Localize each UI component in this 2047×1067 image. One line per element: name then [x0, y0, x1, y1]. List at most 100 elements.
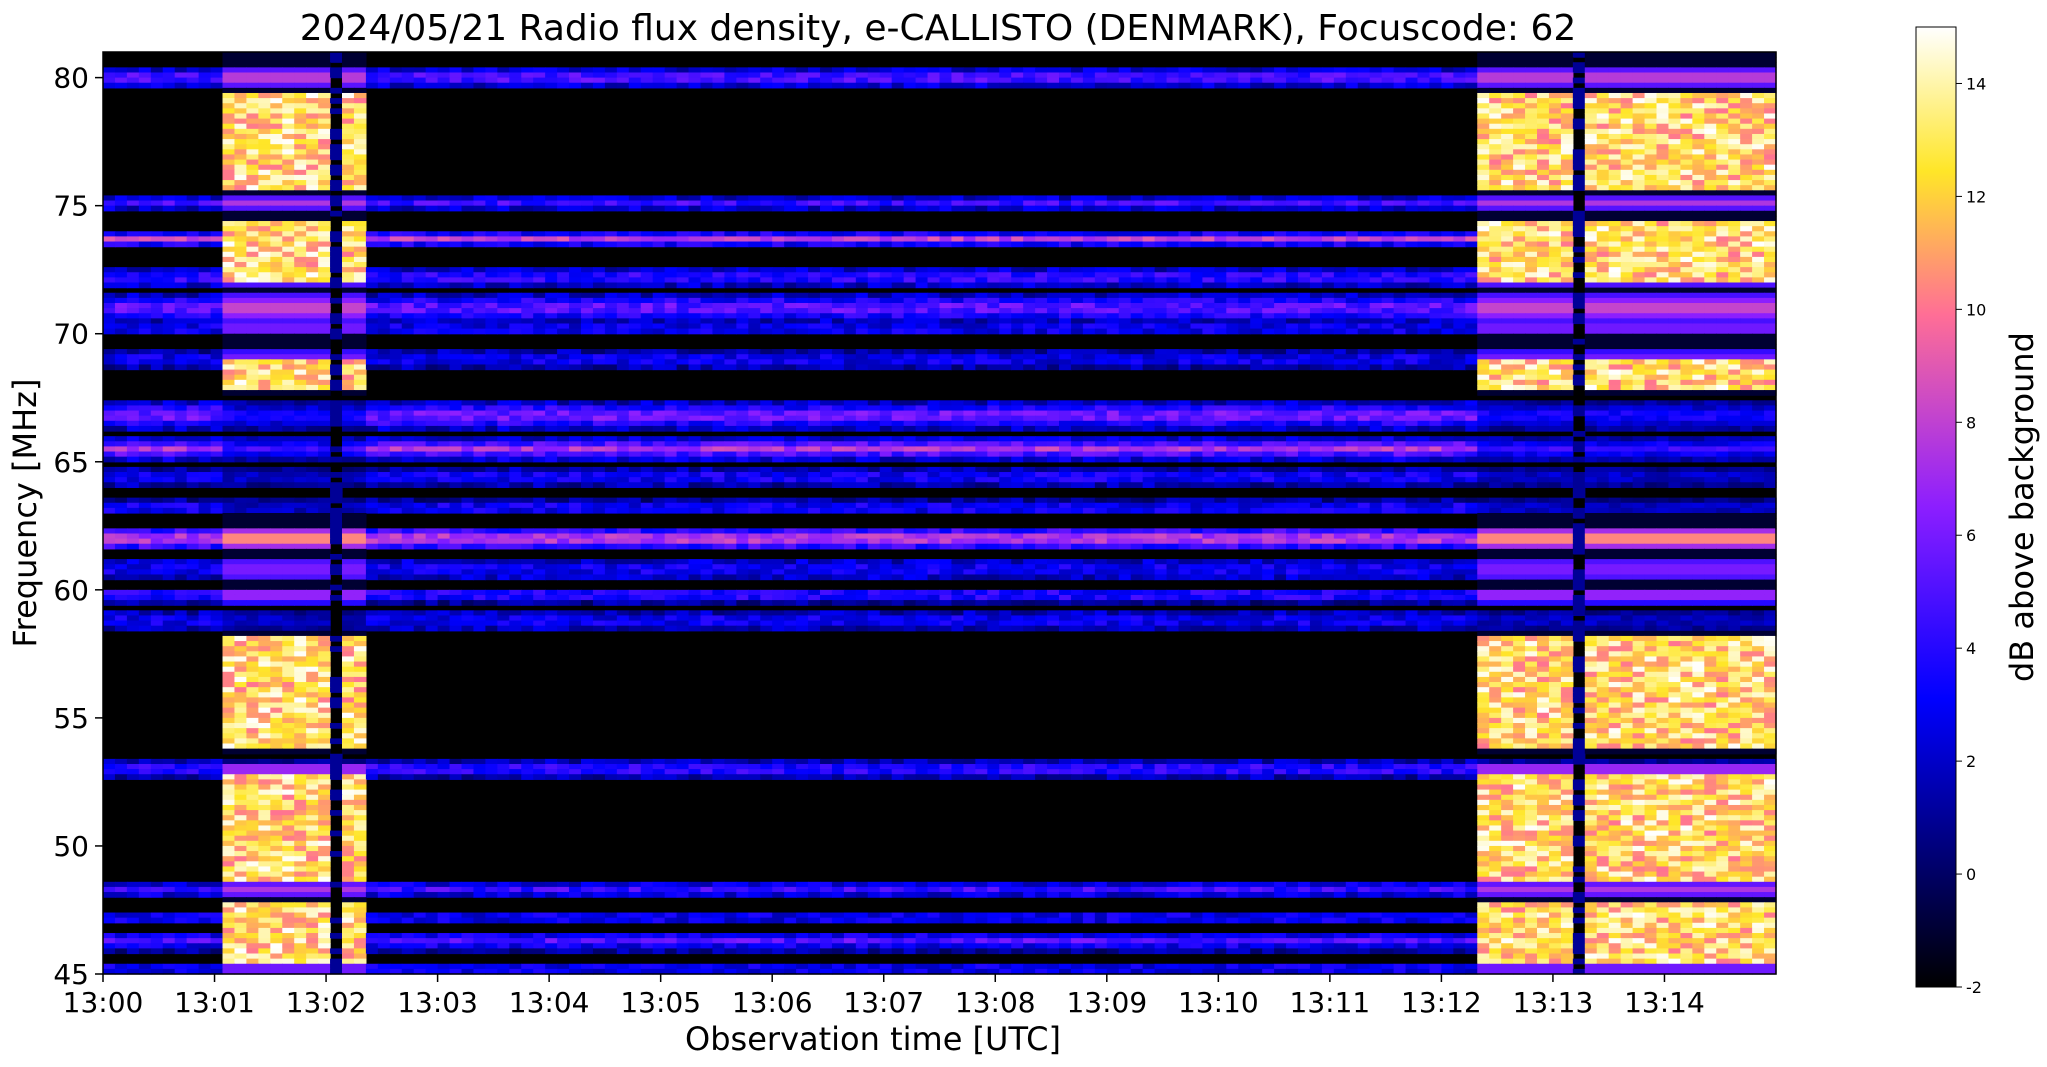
heatmap-cell [557, 277, 570, 284]
heatmap-cell [1548, 133, 1562, 140]
heatmap-cell [401, 282, 415, 289]
heatmap-cell [1501, 77, 1514, 84]
heatmap-cell [604, 67, 618, 74]
heatmap-cell [987, 328, 1000, 335]
heatmap-cell [557, 359, 570, 366]
heatmap-cell [772, 67, 785, 74]
heatmap-cell [1202, 359, 1215, 366]
heatmap-cell [1321, 323, 1335, 330]
heatmap-cell [150, 241, 164, 248]
heatmap-cell [1752, 180, 1765, 186]
heatmap-cell [1560, 159, 1574, 166]
heatmap-cell [1465, 328, 1478, 335]
heatmap-cell [306, 302, 319, 309]
heatmap-cell [1178, 359, 1192, 366]
heatmap-cell [1489, 164, 1502, 171]
heatmap-cell [162, 323, 176, 330]
heatmap-cell [867, 302, 881, 309]
heatmap-cell [1190, 231, 1203, 237]
heatmap-cell [1548, 144, 1562, 150]
heatmap-cell [1728, 62, 1741, 68]
heatmap-cell [222, 287, 236, 294]
heatmap-cell [879, 67, 893, 74]
heatmap-cell [258, 256, 271, 263]
heatmap-cell [748, 308, 761, 314]
heatmap-cell [1417, 297, 1431, 304]
heatmap-cell [342, 338, 355, 345]
heatmap-cell [1537, 98, 1550, 104]
heatmap-cell [377, 236, 391, 243]
heatmap-cell [1525, 169, 1538, 176]
heatmap-cell [318, 287, 331, 294]
heatmap-cell [138, 267, 152, 273]
heatmap-cell [234, 118, 247, 125]
heatmap-cell [282, 52, 295, 58]
heatmap-cell [1548, 123, 1562, 130]
heatmap-cell [748, 364, 761, 371]
heatmap-cell [1525, 159, 1538, 166]
heatmap-cell [294, 277, 307, 284]
heatmap-cell [736, 267, 749, 273]
heatmap-cell [401, 241, 415, 248]
heatmap-cell [1728, 164, 1741, 171]
heatmap-cell [891, 354, 905, 360]
heatmap-cell [628, 323, 642, 330]
heatmap-cell [1560, 226, 1574, 232]
heatmap-cell [975, 272, 988, 278]
heatmap-cell [1286, 328, 1299, 335]
heatmap-cell [1728, 302, 1741, 309]
heatmap-cell [294, 133, 307, 140]
heatmap-cell [1644, 256, 1658, 263]
heatmap-cell [1130, 318, 1144, 325]
heatmap-cell [999, 267, 1012, 273]
heatmap-cell [126, 297, 140, 304]
heatmap-cell [1632, 190, 1646, 197]
heatmap-cell [282, 313, 295, 319]
heatmap-cell [1632, 205, 1646, 212]
heatmap-cell [258, 210, 271, 217]
heatmap-cell [234, 221, 247, 227]
heatmap-cell [557, 82, 570, 89]
heatmap-cell [664, 236, 678, 243]
heatmap-cell [1082, 328, 1096, 335]
heatmap-cell [1130, 231, 1144, 237]
heatmap-cell [270, 251, 283, 258]
heatmap-cell [640, 241, 654, 248]
heatmap-cell [1238, 267, 1251, 273]
heatmap-cell [1453, 282, 1466, 289]
heatmap-cell [1357, 328, 1371, 335]
heatmap-cell [652, 277, 666, 284]
heatmap-cell [1740, 215, 1753, 222]
heatmap-cell [389, 297, 403, 304]
heatmap-cell [1393, 318, 1407, 325]
heatmap-cell [198, 313, 212, 319]
heatmap-cell [1453, 205, 1466, 212]
heatmap-cell [1059, 195, 1072, 202]
heatmap-cell [162, 308, 176, 314]
heatmap-cell [1094, 205, 1108, 212]
heatmap-cell [1226, 231, 1239, 237]
heatmap-cell [1381, 364, 1395, 371]
heatmap-cell [975, 195, 988, 202]
heatmap-cell [521, 231, 534, 237]
heatmap-cell [509, 354, 522, 360]
heatmap-cell [103, 318, 116, 325]
heatmap-cell [1560, 164, 1574, 171]
heatmap-cell [1501, 262, 1514, 268]
heatmap-cell [1644, 113, 1658, 120]
heatmap-cell [413, 282, 427, 289]
heatmap-cell [748, 297, 761, 304]
heatmap-cell [186, 272, 200, 278]
heatmap-cell [1656, 349, 1670, 355]
heatmap-cell [306, 282, 319, 289]
heatmap-cell [150, 195, 164, 202]
heatmap-cell [1094, 308, 1108, 314]
heatmap-cell [1274, 323, 1287, 330]
heatmap-cell [473, 267, 486, 273]
heatmap-cell [449, 82, 463, 89]
heatmap-cell [1477, 215, 1490, 222]
heatmap-cell [1608, 297, 1622, 304]
heatmap-cell [282, 123, 295, 130]
heatmap-cell [1680, 267, 1693, 273]
heatmap-cell [1752, 190, 1765, 197]
